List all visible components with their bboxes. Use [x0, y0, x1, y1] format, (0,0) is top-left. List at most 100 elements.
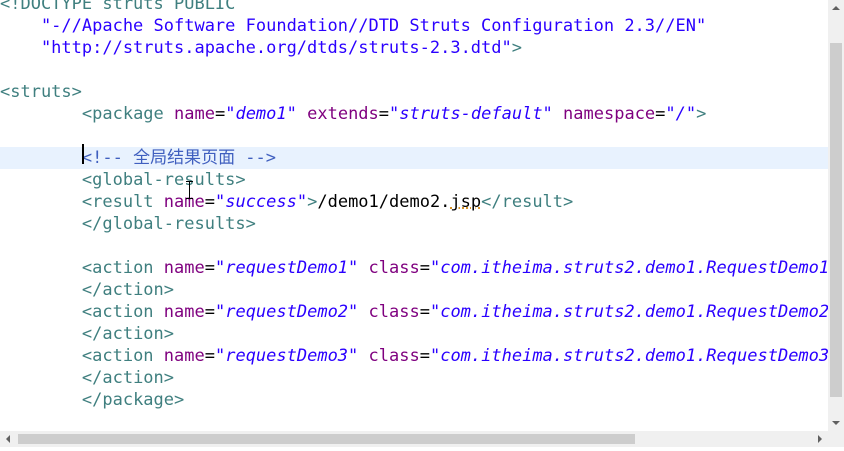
code-line[interactable]: </package> — [0, 389, 828, 411]
code-line[interactable]: </action> — [0, 279, 828, 301]
code-line[interactable] — [0, 125, 828, 147]
code-line[interactable]: </action> — [0, 323, 828, 345]
code-token: = — [419, 258, 430, 278]
code-line[interactable] — [0, 235, 828, 257]
code-token: "-//Apache Software Foundation//DTD Stru… — [0, 16, 707, 36]
code-token: > — [511, 38, 522, 58]
horizontal-scrollbar[interactable] — [0, 431, 828, 447]
code-line[interactable]: <global-results> — [0, 169, 828, 191]
scroll-down-icon[interactable] — [828, 415, 844, 431]
text-caret — [82, 144, 84, 164]
code-token: "requestDemo1" — [214, 258, 359, 278]
code-token: <!DOCTYPE struts PUBLIC — [0, 0, 236, 14]
code-token: "http://struts.apache.org/dtds/struts-2.… — [0, 38, 512, 58]
code-token: <action — [81, 302, 164, 322]
code-token: "requestDemo2" — [214, 302, 359, 322]
code-line[interactable]: <struts> — [0, 81, 828, 103]
code-token: </global-results> — [81, 214, 256, 234]
code-token: <global-results> — [81, 170, 246, 190]
code-token: </package> — [81, 390, 185, 410]
code-token: class — [368, 302, 420, 322]
code-token: name — [163, 302, 205, 322]
code-token: class — [368, 346, 420, 366]
code-token: > — [307, 192, 318, 212]
scroll-right-icon[interactable] — [812, 431, 828, 447]
horizontal-scroll-thumb[interactable] — [18, 434, 635, 444]
code-token: </action> — [81, 324, 175, 344]
code-token: "demo1" — [225, 104, 297, 124]
scroll-up-icon[interactable] — [828, 0, 844, 16]
code-token: name — [163, 258, 205, 278]
code-token: </action> — [81, 368, 175, 388]
code-token: extends — [307, 104, 379, 124]
code-token: "com.itheima.struts2.demo1.RequestDemo3" — [429, 346, 828, 366]
code-line[interactable]: </action> — [0, 367, 828, 389]
code-token: namespace — [563, 104, 656, 124]
code-line[interactable]: <action name="requestDemo1" class="com.i… — [0, 257, 828, 279]
code-token: name — [163, 346, 205, 366]
code-token: <!-- 全局结果页面 --> — [81, 148, 277, 168]
code-token: jsp — [450, 192, 482, 212]
code-token: </result> — [481, 192, 574, 212]
code-line[interactable] — [0, 59, 828, 81]
code-token: = — [204, 258, 215, 278]
code-line[interactable]: "-//Apache Software Foundation//DTD Stru… — [0, 15, 828, 37]
code-token: name — [163, 192, 205, 212]
code-token: = — [204, 302, 215, 322]
code-line[interactable]: <!-- 全局结果页面 --> — [0, 147, 828, 169]
code-token: <package — [81, 104, 175, 124]
code-token: "struts-default" — [389, 104, 553, 124]
code-token: <result — [81, 192, 164, 212]
code-line[interactable]: <!DOCTYPE struts PUBLIC — [0, 0, 828, 15]
code-token: "success" — [214, 192, 308, 212]
code-token: "com.itheima.struts2.demo1.RequestDemo2" — [429, 302, 828, 322]
code-line[interactable]: "http://struts.apache.org/dtds/struts-2.… — [0, 37, 828, 59]
code-editor[interactable]: <!DOCTYPE struts PUBLIC "-//Apache Softw… — [0, 0, 828, 431]
code-line[interactable]: </global-results> — [0, 213, 828, 235]
code-line[interactable]: <package name="demo1" extends="struts-de… — [0, 103, 828, 125]
code-token: = — [204, 192, 215, 212]
scroll-left-icon[interactable] — [0, 431, 16, 447]
code-token: <action — [81, 258, 164, 278]
mouse-ibeam-cursor — [186, 181, 193, 199]
code-token: "com.itheima.struts2.demo1.RequestDemo1" — [429, 258, 828, 278]
code-token: <struts> — [0, 82, 82, 102]
code-token: = — [204, 346, 215, 366]
vertical-scrollbar[interactable] — [828, 0, 844, 431]
code-token: name — [174, 104, 215, 124]
code-token: = — [378, 104, 390, 124]
code-token: = — [419, 302, 430, 322]
code-line[interactable]: <action name="requestDemo3" class="com.i… — [0, 345, 828, 367]
code-token: = — [214, 104, 226, 124]
code-token: > — [696, 104, 707, 124]
code-token: class — [368, 258, 420, 278]
code-token: "requestDemo3" — [214, 346, 359, 366]
code-token: <action — [81, 346, 164, 366]
code-token: </action> — [81, 280, 175, 300]
code-token: = — [419, 346, 430, 366]
scrollbar-corner — [828, 431, 844, 447]
code-token: "/" — [665, 104, 697, 124]
code-token: /demo1/demo2. — [317, 192, 451, 212]
code-line[interactable]: <action name="requestDemo2" class="com.i… — [0, 301, 828, 323]
code-line[interactable]: <result name="success">/demo1/demo2.jsp<… — [0, 191, 828, 213]
vertical-scroll-thumb[interactable] — [830, 43, 842, 397]
code-token: = — [655, 104, 666, 124]
